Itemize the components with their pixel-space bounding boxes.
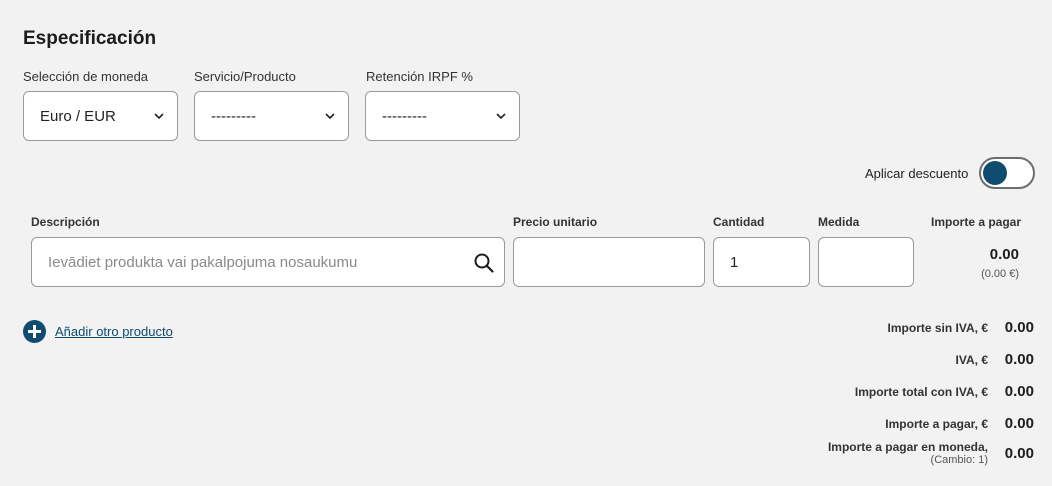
unit-price-field[interactable] xyxy=(513,237,705,287)
discount-toggle[interactable] xyxy=(979,157,1035,189)
discount-label: Aplicar descuento xyxy=(865,166,969,181)
summary-net-label: Importe sin IVA, € xyxy=(887,320,988,335)
product-label: Servicio/Producto xyxy=(194,69,296,84)
quantity-field[interactable] xyxy=(713,237,810,287)
product-select-value: --------- xyxy=(211,107,256,125)
exchange-rate-note: (Cambio: 1) xyxy=(930,454,988,466)
measure-input[interactable] xyxy=(819,238,913,286)
irpf-label: Retención IRPF % xyxy=(366,69,473,84)
summary-payable-currency-value: 0.00 xyxy=(1004,444,1034,462)
plus-circle-icon xyxy=(23,320,46,343)
summary-payable-value: 0.00 xyxy=(1004,415,1034,432)
description-field[interactable] xyxy=(31,237,505,287)
chevron-down-icon xyxy=(325,113,335,120)
col-unit-price: Precio unitario xyxy=(513,215,598,229)
line-amount-eur: (0.00 €) xyxy=(981,268,1019,280)
summary-vat-value: 0.00 xyxy=(1004,351,1034,368)
summary-net-value: 0.00 xyxy=(1004,319,1034,336)
summary-payable-currency-label: Importe a pagar en moneda, (Cambio: 1) xyxy=(828,440,988,466)
product-select[interactable]: --------- xyxy=(194,91,349,141)
summary-vat-row: IVA, € 0.00 xyxy=(774,351,1034,368)
summary-payable-row: Importe a pagar, € 0.00 xyxy=(774,415,1034,432)
col-measure: Medida xyxy=(818,215,860,229)
summary-vat-label: IVA, € xyxy=(955,352,988,367)
col-description: Descripción xyxy=(31,215,100,229)
irpf-select-value: --------- xyxy=(382,107,427,125)
summary-total-row: Importe total con IVA, € 0.00 xyxy=(774,383,1034,400)
toggle-knob xyxy=(983,161,1007,185)
description-input[interactable] xyxy=(32,238,504,286)
summary-payable-currency-row: Importe a pagar en moneda, (Cambio: 1) 0… xyxy=(774,440,1034,466)
currency-label: Selección de moneda xyxy=(23,69,149,84)
line-amount: 0.00 xyxy=(989,246,1019,263)
currency-select-value: Euro / EUR xyxy=(40,107,116,125)
irpf-select[interactable]: --------- xyxy=(365,91,520,141)
add-product-link[interactable]: Añadir otro producto xyxy=(55,324,173,339)
quantity-input[interactable] xyxy=(714,238,809,286)
currency-select[interactable]: Euro / EUR xyxy=(23,91,178,141)
summary-payable-label: Importe a pagar, € xyxy=(885,416,988,431)
summary-total-value: 0.00 xyxy=(1004,383,1034,400)
col-quantity: Cantidad xyxy=(713,215,765,229)
search-icon[interactable] xyxy=(473,252,495,274)
summary-payable-currency-text: Importe a pagar en moneda, xyxy=(827,440,988,454)
measure-field[interactable] xyxy=(818,237,914,287)
summary-net-row: Importe sin IVA, € 0.00 xyxy=(774,319,1034,336)
chevron-down-icon xyxy=(154,113,164,120)
unit-price-input[interactable] xyxy=(514,238,704,286)
add-product-button[interactable]: Añadir otro producto xyxy=(23,320,173,343)
summary-total-label: Importe total con IVA, € xyxy=(854,384,988,399)
section-title: Especificación xyxy=(23,28,157,49)
col-amount: Importe a pagar xyxy=(931,215,1022,229)
chevron-down-icon xyxy=(496,113,506,120)
